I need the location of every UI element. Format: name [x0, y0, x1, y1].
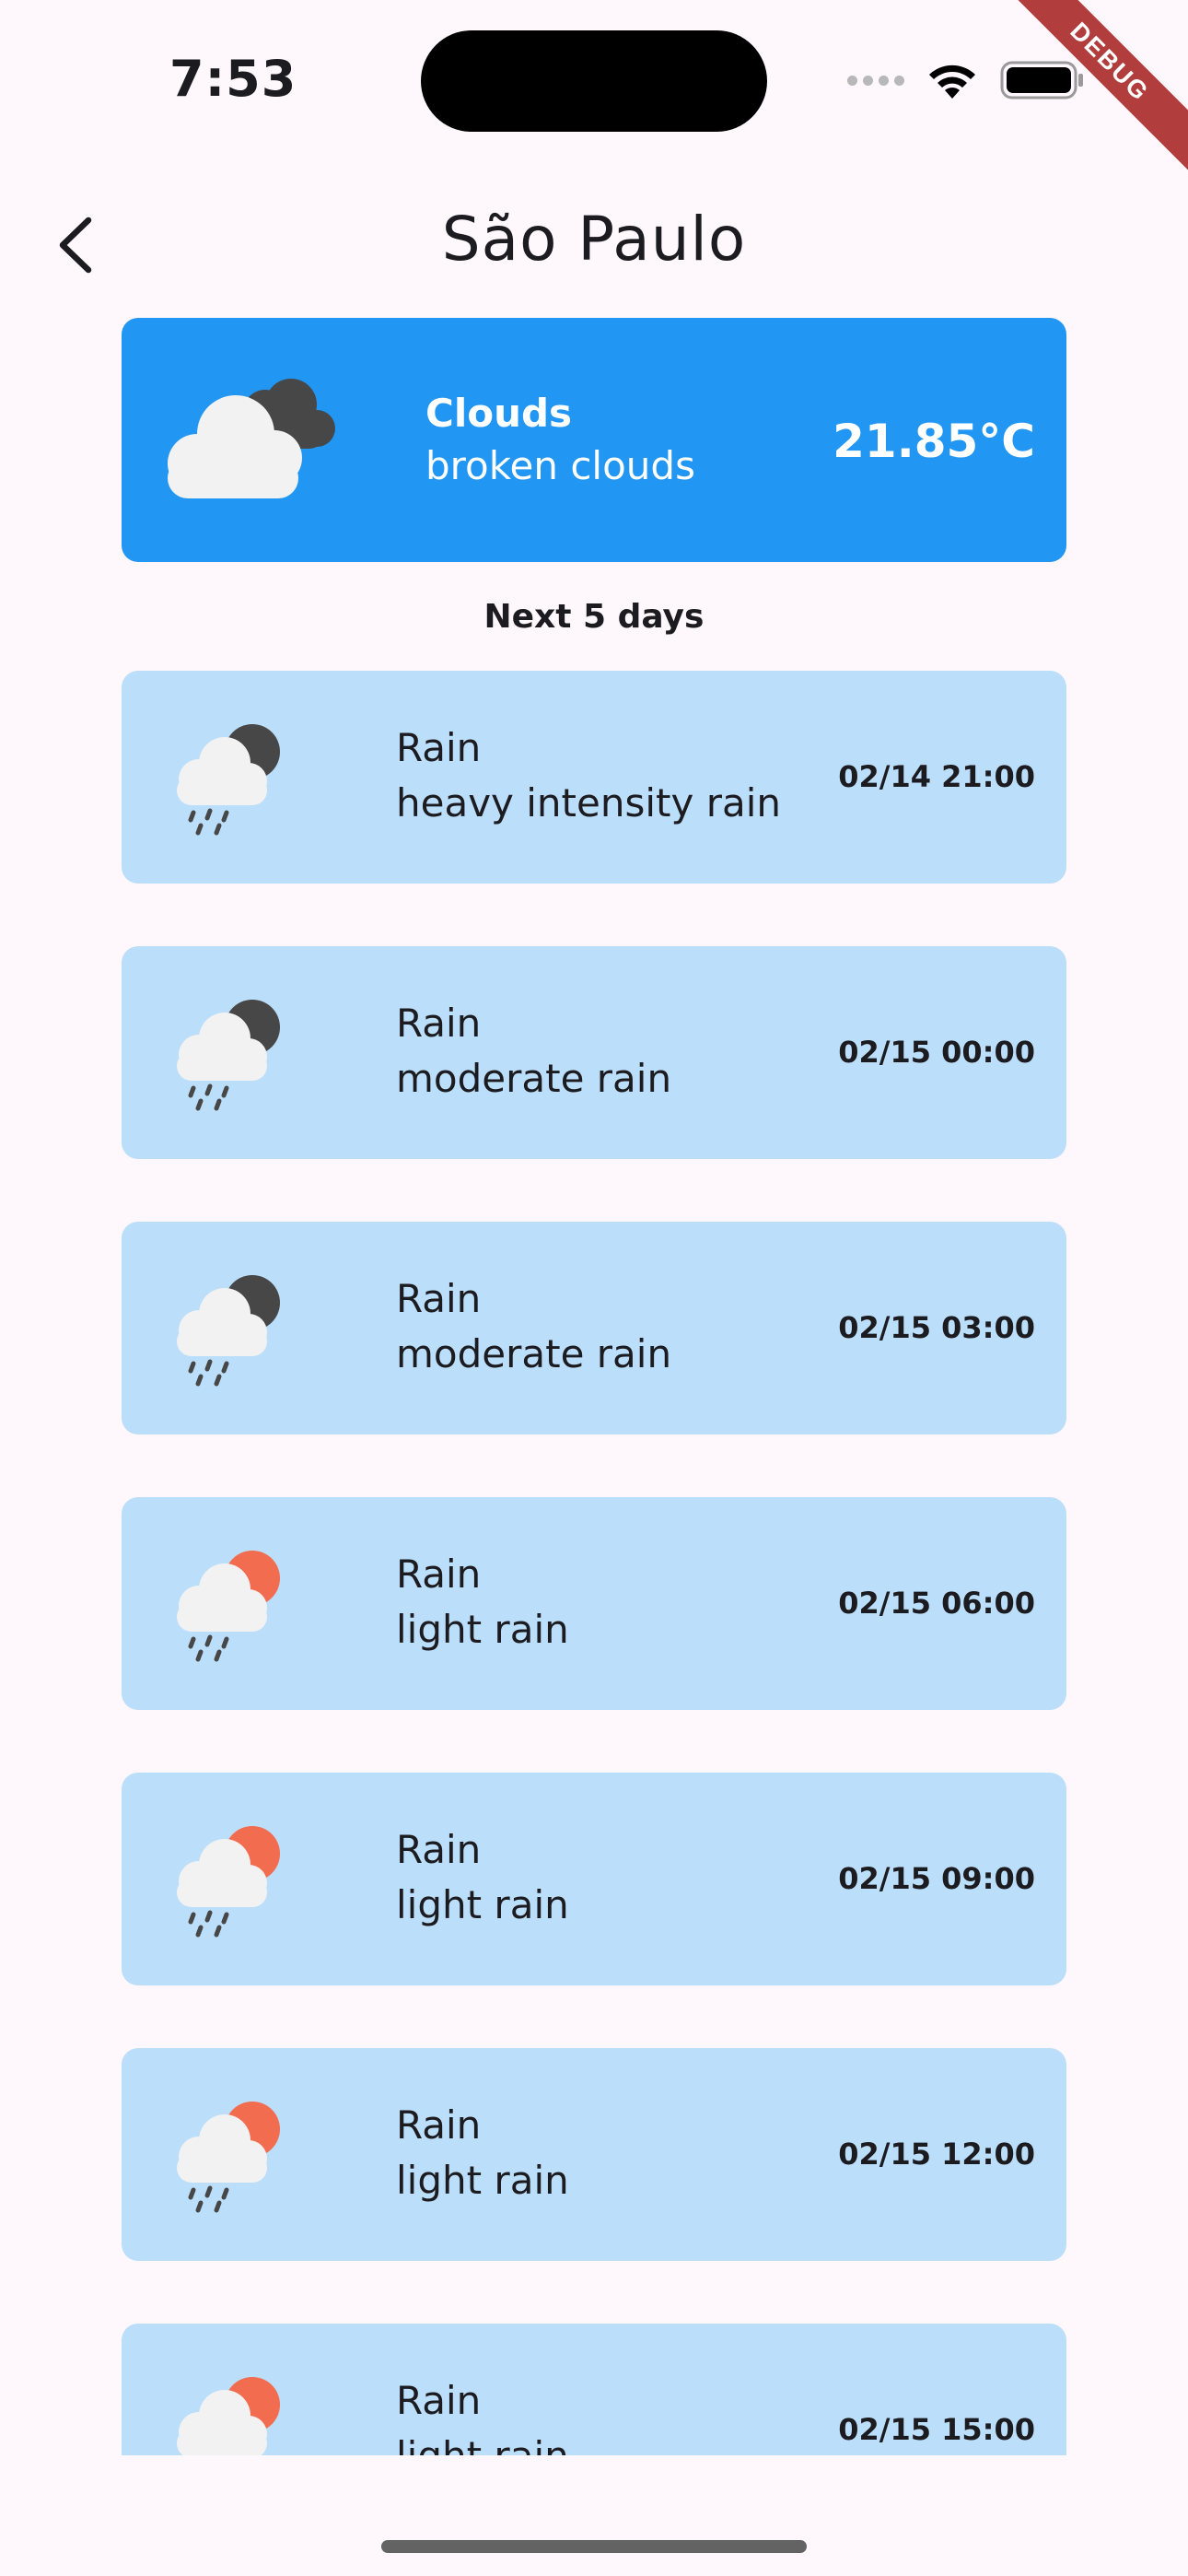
battery-icon	[1000, 61, 1083, 100]
forecast-datetime: 02/14 21:00	[838, 759, 1035, 794]
rain-night-icon	[177, 724, 280, 836]
forecast-card[interactable]: Rain light rain 02/15 09:00	[122, 1773, 1066, 1985]
rain-night-icon	[177, 1000, 280, 1111]
forecast-datetime: 02/15 09:00	[838, 1861, 1035, 1896]
forecast-card[interactable]: Rain heavy intensity rain 02/14 21:00	[122, 671, 1066, 884]
broken-clouds-icon	[168, 379, 335, 498]
forecast-card[interactable]: Rain moderate rain 02/15 03:00	[122, 1222, 1066, 1434]
forecast-description: light rain	[396, 2429, 569, 2455]
forecast-description: light rain	[396, 2158, 569, 2203]
status-time: 7:53	[169, 50, 297, 108]
forecast-main: Rain	[396, 2102, 482, 2148]
cellular-signal-icon	[847, 75, 904, 86]
status-icons	[847, 57, 1085, 103]
current-temperature: 21.85°C	[833, 415, 1035, 468]
dynamic-island	[421, 30, 767, 132]
rain-day-icon	[177, 2377, 280, 2455]
forecast-card[interactable]: Rain light rain 02/15 15:00	[122, 2324, 1066, 2455]
forecast-main: Rain	[396, 1001, 482, 1046]
forecast-description: light rain	[396, 1882, 569, 1927]
forecast-section-title: Next 5 days	[483, 598, 705, 636]
forecast-description: moderate rain	[396, 1331, 672, 1376]
forecast-datetime: 02/15 15:00	[838, 2412, 1035, 2447]
forecast-main: Rain	[396, 2378, 482, 2423]
forecast-datetime: 02/15 06:00	[838, 1586, 1035, 1621]
forecast-datetime: 02/15 00:00	[838, 1035, 1035, 1070]
rain-day-icon	[177, 1551, 280, 1662]
forecast-datetime: 02/15 03:00	[838, 1310, 1035, 1345]
forecast-list[interactable]: Rain heavy intensity rain 02/14 21:00 Ra…	[122, 671, 1066, 2455]
forecast-main: Rain	[396, 1276, 482, 1321]
home-indicator[interactable]	[381, 2540, 807, 2553]
forecast-main: Rain	[396, 1551, 482, 1597]
current-weather-card: Clouds broken clouds 21.85°C	[122, 318, 1066, 562]
forecast-main: Rain	[396, 1827, 482, 1872]
wifi-icon	[929, 64, 975, 99]
forecast-description: moderate rain	[396, 1056, 672, 1101]
current-weather-description: broken clouds	[425, 443, 695, 488]
forecast-card[interactable]: Rain light rain 02/15 12:00	[122, 2048, 1066, 2261]
forecast-main: Rain	[396, 725, 482, 770]
rain-day-icon	[177, 2102, 280, 2213]
forecast-datetime: 02/15 12:00	[838, 2137, 1035, 2172]
forecast-description: heavy intensity rain	[396, 780, 781, 825]
forecast-description: light rain	[396, 1607, 569, 1652]
forecast-card[interactable]: Rain moderate rain 02/15 00:00	[122, 946, 1066, 1159]
page-title: São Paulo	[441, 204, 747, 275]
forecast-card[interactable]: Rain light rain 02/15 06:00	[122, 1497, 1066, 1710]
rain-day-icon	[177, 1826, 280, 1938]
current-weather-main: Clouds	[425, 391, 573, 436]
rain-night-icon	[177, 1275, 280, 1387]
